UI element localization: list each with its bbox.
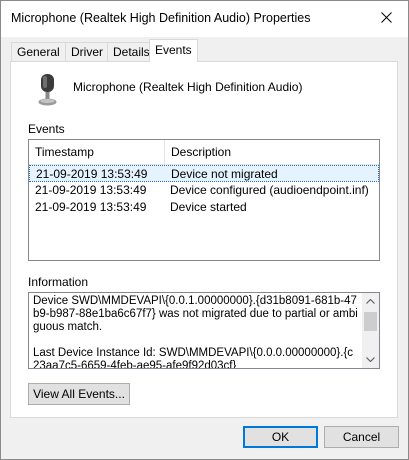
event-row[interactable]: 21-09-2019 13:53:49 Device not migrated [29,165,379,182]
view-all-events-button[interactable]: View All Events... [28,383,130,405]
events-tab-panel: Microphone (Realtek High Definition Audi… [10,61,398,418]
event-timestamp: 21-09-2019 13:53:49 [36,167,148,181]
event-description: Device started [170,200,247,214]
close-button[interactable] [364,1,408,33]
information-textbox[interactable]: Device SWD\MMDEVAPI\{0.0.1.00000000}.{d3… [28,292,380,369]
title-bar: Microphone (Realtek High Definition Audi… [1,1,408,37]
ok-button[interactable]: OK [243,426,318,448]
event-timestamp: 21-09-2019 13:53:49 [35,183,147,197]
close-icon [380,11,392,23]
column-header-timestamp[interactable]: Timestamp [29,140,165,164]
tab-driver[interactable]: Driver [65,42,109,61]
device-name: Microphone (Realtek High Definition Audi… [73,80,303,94]
event-description: Device configured (audioendpoint.inf) [170,183,369,197]
information-scrollbar[interactable] [362,293,379,368]
tab-general[interactable]: General [11,42,66,61]
window-title: Microphone (Realtek High Definition Audi… [11,11,311,25]
events-list[interactable]: Timestamp Description 21-09-2019 13:53:4… [28,139,380,261]
column-header-description[interactable]: Description [165,140,379,164]
information-label: Information [28,275,89,289]
information-text: Device SWD\MMDEVAPI\{0.0.1.00000000}.{d3… [33,295,359,369]
tab-events[interactable]: Events [149,39,198,62]
scroll-down-arrow-icon[interactable] [362,351,379,368]
events-list-header: Timestamp Description [29,140,379,165]
scrollbar-thumb[interactable] [364,312,377,331]
events-label: Events [28,122,65,136]
event-row[interactable]: 21-09-2019 13:53:49 Device configured (a… [29,182,379,199]
microphone-icon [36,72,60,108]
event-description: Device not migrated [171,167,278,181]
information-paragraph: Device SWD\MMDEVAPI\{0.0.1.00000000}.{d3… [33,295,358,333]
tab-strip: General Driver Details Events [1,37,408,62]
information-paragraph: Last Device Instance Id: SWD\MMDEVAPI\{0… [33,347,354,369]
event-timestamp: 21-09-2019 13:53:49 [35,200,147,214]
properties-dialog: Microphone (Realtek High Definition Audi… [0,0,409,460]
cancel-button[interactable]: Cancel [324,426,399,448]
scroll-up-arrow-icon[interactable] [362,293,379,310]
event-row[interactable]: 21-09-2019 13:53:49 Device started [29,199,379,216]
